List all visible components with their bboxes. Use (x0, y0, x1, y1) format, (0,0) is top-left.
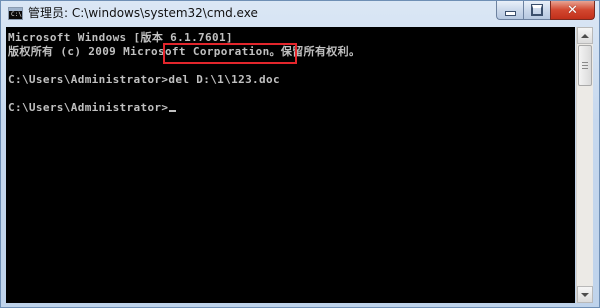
grip-line (582, 62, 588, 63)
minimize-icon (497, 1, 523, 19)
arrow-down-icon (581, 292, 589, 297)
scroll-up-button[interactable] (577, 27, 593, 44)
cmd-icon[interactable]: C:\ (8, 7, 23, 20)
arrow-up-icon (581, 33, 589, 38)
console-line-prompt[interactable]: C:\Users\Administrator> (8, 101, 177, 115)
console-line-command: C:\Users\Administrator>del D:\1\123.doc (8, 73, 280, 87)
console-output[interactable]: Microsoft Windows [版本 6.1.7601] 版权所有 (c)… (6, 27, 575, 303)
maximize-icon (524, 1, 550, 19)
scroll-down-button[interactable] (577, 286, 593, 303)
scroll-thumb[interactable] (578, 45, 592, 86)
close-icon: ✕ (567, 2, 578, 18)
command-text: C:\Users\Administrator>del D:\1\123.doc (8, 73, 280, 86)
command-highlight-box (163, 43, 297, 64)
cmd-window: C:\ 管理员: C:\windows\system32\cmd.exe ✕ M… (0, 0, 600, 308)
vertical-scrollbar[interactable] (576, 27, 593, 303)
maximize-button[interactable] (523, 1, 550, 20)
grip-line (582, 65, 588, 66)
grip-line (582, 68, 588, 69)
close-button[interactable]: ✕ (550, 1, 595, 20)
window-controls: ✕ (496, 1, 595, 21)
title-bar[interactable]: C:\ 管理员: C:\windows\system32\cmd.exe ✕ (1, 1, 599, 27)
minimize-button[interactable] (496, 1, 523, 20)
window-title: 管理员: C:\windows\system32\cmd.exe (28, 6, 258, 20)
prompt-text: C:\Users\Administrator> (8, 101, 169, 114)
text-cursor (169, 110, 177, 112)
